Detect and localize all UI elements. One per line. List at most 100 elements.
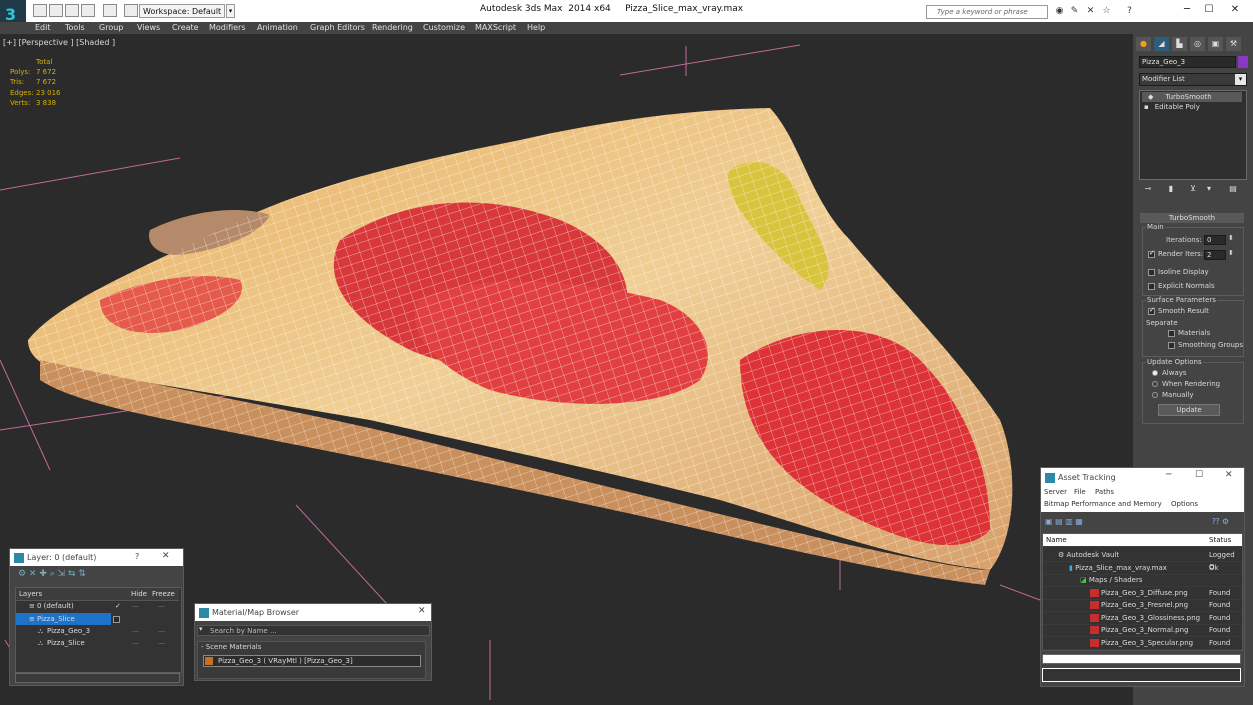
layer-close-button[interactable]: ✕: [162, 551, 170, 561]
asset-row-normal[interactable]: Pizza_Geo_3_Normal.png Found: [1043, 624, 1242, 637]
layer-row-pizza-slice-object[interactable]: ⛬ Pizza_Slice — —: [16, 637, 179, 649]
menu-group[interactable]: Group: [99, 22, 123, 34]
iterations-spinner[interactable]: 0: [1204, 235, 1226, 245]
object-color-swatch[interactable]: [1238, 56, 1248, 68]
undo-icon[interactable]: [81, 4, 95, 17]
modify-tab-icon[interactable]: ◢: [1154, 37, 1169, 51]
menu-rendering[interactable]: Rendering: [372, 22, 413, 34]
always-radio[interactable]: [1152, 370, 1158, 376]
asset-toolbar-icons[interactable]: ▣ ▤ ▥ ▦: [1045, 517, 1083, 526]
material-browser-close-button[interactable]: ✕: [418, 606, 426, 616]
asset-row-vault[interactable]: ⚙ Autodesk Vault Logged O: [1043, 549, 1242, 571]
modifier-list-dropdown[interactable]: Modifier List: [1139, 73, 1247, 86]
stack-item-editable-poly[interactable]: ▪ Editable Poly: [1142, 102, 1242, 112]
search-input[interactable]: Type a keyword or phrase: [926, 5, 1048, 19]
motion-tab-icon[interactable]: ◎: [1190, 37, 1205, 51]
menu-help[interactable]: Help: [527, 22, 545, 34]
asset-menu-bitmap-performance[interactable]: Bitmap Performance and Memory: [1044, 500, 1162, 508]
stack-item-turbosmooth[interactable]: ◆ TurboSmooth: [1142, 92, 1242, 102]
menu-modifiers[interactable]: Modifiers: [209, 22, 246, 34]
layer-row-pizza-geo[interactable]: ⛬ Pizza_Geo_3— —: [16, 625, 179, 637]
asset-close-button[interactable]: ✕: [1225, 470, 1233, 480]
asset-help-icons[interactable]: ⁇ ⚙: [1212, 517, 1229, 526]
current-layer-checkbox[interactable]: [113, 616, 120, 623]
when-rendering-radio[interactable]: [1152, 381, 1158, 387]
asset-row-maps-shaders[interactable]: ◪ Maps / Shaders: [1043, 574, 1242, 587]
scene-materials-header[interactable]: - Scene Materials: [201, 643, 261, 651]
asset-minimize-button[interactable]: ─: [1166, 470, 1171, 480]
menu-maxscript[interactable]: MAXScript: [475, 22, 516, 34]
search-options-icon[interactable]: ▾: [199, 625, 203, 633]
new-file-icon[interactable]: [33, 4, 47, 17]
asset-row-fresnel[interactable]: Pizza_Geo_3_Fresnel.png Found: [1043, 599, 1242, 612]
layer-horizontal-scrollbar[interactable]: [15, 673, 180, 683]
bulb-icon[interactable]: ◆: [1148, 93, 1153, 101]
workspace-dropdown[interactable]: Workspace: Default: [139, 4, 225, 18]
communication-icon[interactable]: ✕: [1085, 6, 1096, 17]
utilities-tab-icon[interactable]: ⚒: [1226, 37, 1241, 51]
spinner-arrows-icon[interactable]: ⬍: [1228, 249, 1234, 257]
material-browser-titlebar[interactable]: Material/Map Browser: [195, 604, 431, 621]
display-tab-icon[interactable]: ▣: [1208, 37, 1223, 51]
menu-views[interactable]: Views: [137, 22, 160, 34]
asset-menu-server[interactable]: Server: [1044, 488, 1067, 496]
chevron-down-icon[interactable]: ▾: [226, 4, 235, 18]
chevron-down-icon[interactable]: ▾: [1235, 74, 1246, 85]
pin-stack-icon[interactable]: ⊸: [1142, 183, 1154, 195]
material-search-input[interactable]: Search by Name ...: [197, 625, 430, 636]
subscription-icon[interactable]: ✎: [1069, 6, 1080, 17]
asset-tracking-titlebar[interactable]: Asset Tracking: [1041, 468, 1244, 487]
object-name-field[interactable]: Pizza_Geo_3: [1139, 56, 1236, 68]
manually-radio[interactable]: [1152, 392, 1158, 398]
asset-menu-paths[interactable]: Paths: [1095, 488, 1114, 496]
materials-checkbox[interactable]: [1168, 330, 1175, 337]
hierarchy-tab-icon[interactable]: ▙: [1172, 37, 1187, 51]
redo-icon[interactable]: [103, 4, 117, 17]
asset-menu-options[interactable]: Options: [1171, 500, 1198, 508]
material-item[interactable]: Pizza_Geo_3 ( VRayMtl ) [Pizza_Geo_3]: [203, 655, 421, 667]
rollout-title[interactable]: TurboSmooth: [1140, 213, 1244, 223]
menu-customize[interactable]: Customize: [423, 22, 465, 34]
asset-horizontal-scrollbar[interactable]: [1042, 654, 1241, 664]
configure-modifier-sets-icon[interactable]: ▤: [1227, 183, 1239, 195]
smooth-result-checkbox[interactable]: [1148, 306, 1155, 315]
favorites-star-icon[interactable]: ☆: [1101, 6, 1112, 17]
binoculars-icon[interactable]: ◉: [1054, 6, 1065, 17]
asset-row-specular[interactable]: Pizza_Geo_3_Specular.png Found: [1043, 637, 1242, 650]
help-icon[interactable]: ?: [1124, 6, 1135, 17]
menu-graph-editors[interactable]: Graph Editors: [310, 22, 365, 34]
save-file-icon[interactable]: [65, 4, 79, 17]
smoothing-groups-checkbox[interactable]: [1168, 342, 1175, 349]
menu-animation[interactable]: Animation: [257, 22, 298, 34]
layer-toolbar-icons[interactable]: ⚙ ✕ ✚ ⌕ ⇲ ⇆ ⇅: [18, 569, 86, 579]
asset-maximize-button[interactable]: ☐: [1195, 470, 1203, 480]
explicit-normals-checkbox[interactable]: [1148, 283, 1155, 290]
asset-menu-file[interactable]: File: [1074, 488, 1086, 496]
update-button[interactable]: Update: [1158, 404, 1220, 416]
menu-edit[interactable]: Edit: [35, 22, 51, 34]
viewport-label[interactable]: [+] [Perspective ] [Shaded ]: [3, 38, 115, 47]
project-folder-icon[interactable]: [124, 4, 138, 17]
minimize-button[interactable]: ─: [1176, 2, 1198, 18]
layer-window-titlebar[interactable]: Layer: 0 (default): [10, 549, 183, 566]
maximize-button[interactable]: ☐: [1198, 2, 1220, 18]
close-button[interactable]: ✕: [1224, 2, 1246, 18]
remove-modifier-icon[interactable]: ▾: [1203, 183, 1215, 195]
layer-help-button[interactable]: ?: [135, 552, 139, 561]
make-unique-icon[interactable]: ⊻: [1187, 183, 1199, 195]
layer-row-pizza-slice[interactable]: ≡ Pizza_Slice: [16, 613, 111, 625]
menu-tools[interactable]: Tools: [65, 22, 85, 34]
layer-window-title: Layer: 0 (default): [27, 553, 97, 562]
render-iters-spinner[interactable]: 2: [1204, 250, 1226, 260]
open-file-icon[interactable]: [49, 4, 63, 17]
spinner-arrows-icon[interactable]: ⬍: [1228, 234, 1234, 242]
render-iters-checkbox[interactable]: [1148, 249, 1155, 258]
pizza-slice-model[interactable]: [28, 108, 1013, 585]
show-end-result-icon[interactable]: ▮: [1165, 183, 1177, 195]
isoline-display-checkbox[interactable]: [1148, 269, 1155, 276]
menu-create[interactable]: Create: [172, 22, 199, 34]
expand-icon[interactable]: ▪: [1144, 103, 1149, 111]
asset-path-field[interactable]: [1042, 668, 1241, 682]
create-tab-icon[interactable]: ●: [1136, 37, 1151, 51]
layer-row-default[interactable]: ≡ 0 (default) ✓ — —: [16, 600, 179, 612]
